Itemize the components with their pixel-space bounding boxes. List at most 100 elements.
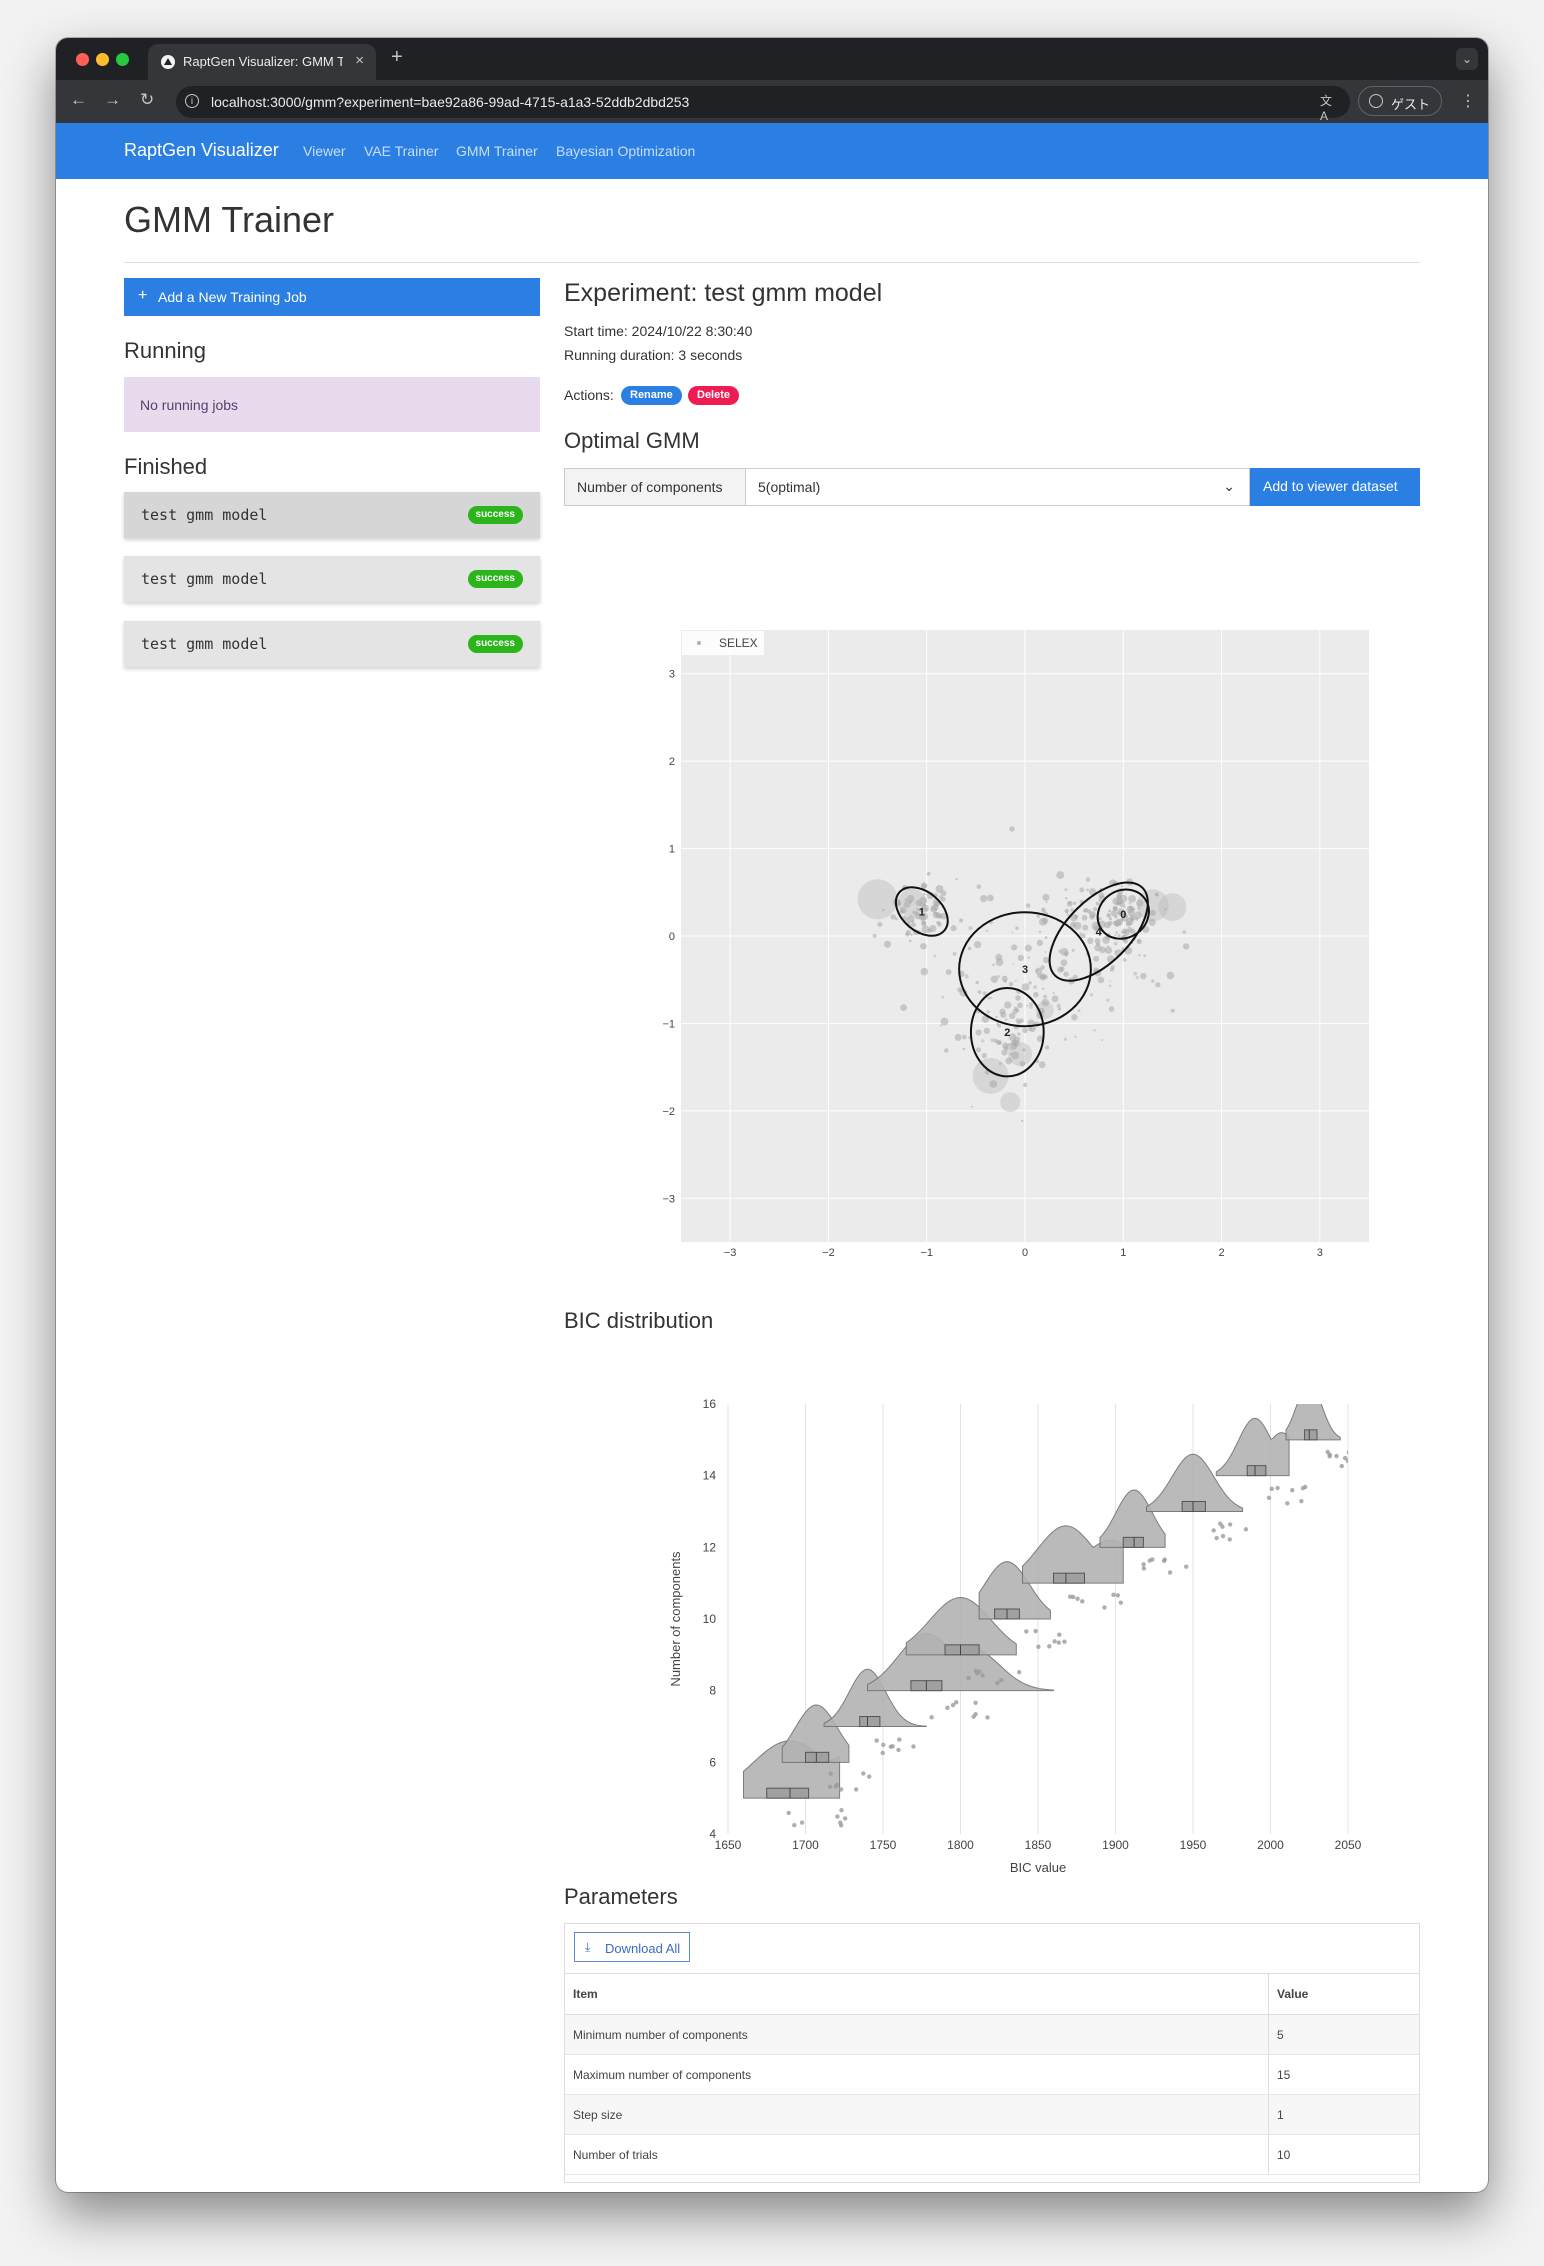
delete-button[interactable]: Delete <box>688 386 740 405</box>
components-select[interactable]: 5(optimal) ⌄ <box>745 468 1250 506</box>
back-arrow-icon[interactable]: ← <box>70 90 87 110</box>
data-point <box>1111 1592 1116 1598</box>
y-tick-label: 3 <box>669 669 675 681</box>
tab-close-icon[interactable]: × <box>355 52 364 69</box>
job-card[interactable]: test gmm model success <box>124 556 540 602</box>
y-tick-label: 14 <box>703 1469 717 1483</box>
violin-box <box>1304 1429 1318 1441</box>
data-point <box>906 894 915 903</box>
data-point <box>1140 972 1147 980</box>
tab-search-button[interactable]: ⌄ <box>1456 48 1478 70</box>
data-point <box>1036 914 1040 918</box>
download-all-button[interactable]: ⤓ Download All <box>574 1932 690 1962</box>
components-select-value: 5(optimal) <box>758 479 821 495</box>
data-point <box>897 1737 902 1742</box>
data-point <box>920 942 927 950</box>
data-point <box>929 925 937 933</box>
x-axis-title: BIC value <box>1010 1860 1066 1875</box>
page-title: GMM Trainer <box>124 199 335 240</box>
data-point <box>1155 893 1159 897</box>
data-point <box>911 922 917 928</box>
forward-arrow-icon[interactable]: → <box>104 90 121 110</box>
site-info-icon[interactable]: i <box>185 94 199 108</box>
data-point <box>1059 966 1065 972</box>
brand-link[interactable]: RaptGen Visualizer <box>124 140 279 161</box>
data-point <box>1074 1035 1077 1038</box>
param-value: 5 <box>1268 2014 1419 2055</box>
data-point <box>1137 906 1141 910</box>
table-row: Number of trials 10 <box>565 2134 1419 2175</box>
data-point <box>1040 965 1045 970</box>
reload-icon[interactable]: ↻ <box>140 90 154 110</box>
data-point <box>981 1053 987 1059</box>
add-to-viewer-label: Add to viewer dataset <box>1263 478 1398 494</box>
data-point <box>1056 1003 1061 1009</box>
rename-button[interactable]: Rename <box>621 386 682 405</box>
data-point <box>1166 971 1175 980</box>
job-card[interactable]: test gmm model success <box>124 621 540 667</box>
gmm-component-label: 1 <box>919 907 925 919</box>
gmm-scatter-plot[interactable]: −3 −2 −1 0 1 2 3 −3 −2 −1 0 1 2 3 0 1 2 3 4 SELEX <box>586 586 1436 1306</box>
y-tick-label: −1 <box>662 1018 675 1030</box>
data-point <box>1150 1557 1155 1562</box>
data-point <box>1023 1082 1028 1087</box>
address-bar[interactable]: i localhost:3000/gmm?experiment=bae92a86… <box>176 86 1350 123</box>
maximize-window-button[interactable] <box>116 53 129 66</box>
data-point <box>933 954 937 958</box>
data-point <box>996 1022 1000 1026</box>
data-point <box>1108 984 1112 988</box>
nav-link-vae-trainer[interactable]: VAE Trainer <box>364 143 438 159</box>
no-running-jobs-text: No running jobs <box>140 397 239 413</box>
add-training-job-button[interactable]: + Add a New Training Job <box>124 278 540 316</box>
data-point <box>899 910 904 914</box>
data-point <box>940 896 946 902</box>
add-to-viewer-button[interactable]: Add to viewer dataset <box>1250 468 1420 506</box>
data-point <box>1227 1522 1233 1527</box>
data-point <box>1112 906 1118 911</box>
nav-link-gmm-trainer[interactable]: GMM Trainer <box>456 143 538 159</box>
data-point <box>1035 969 1039 973</box>
data-point <box>973 1712 978 1717</box>
minimize-window-button[interactable] <box>96 53 109 66</box>
actions-label: Actions: <box>564 387 614 403</box>
download-all-label: Download All <box>605 1941 681 1956</box>
data-point <box>931 904 939 912</box>
status-badge: success <box>467 506 523 524</box>
x-tick-label: 2 <box>1219 1247 1225 1259</box>
translate-icon[interactable]: 文A <box>1320 92 1338 123</box>
data-point <box>1106 998 1110 1002</box>
profile-button[interactable]: ゲスト <box>1358 86 1442 116</box>
browser-menu-icon[interactable]: ⋮ <box>1460 91 1476 111</box>
browser-tab[interactable]: RaptGen Visualizer: GMM Trainer × <box>148 44 376 80</box>
data-point <box>1011 944 1018 951</box>
job-card[interactable]: test gmm model success <box>124 492 540 538</box>
data-point <box>1075 1596 1080 1601</box>
data-point <box>1017 954 1024 961</box>
data-point <box>1052 1639 1057 1644</box>
data-point <box>1266 1495 1272 1501</box>
status-badge: success <box>467 570 523 588</box>
nav-link-viewer[interactable]: Viewer <box>303 143 346 159</box>
data-point <box>1077 1008 1081 1013</box>
data-point <box>911 1744 916 1749</box>
data-point <box>834 1782 840 1788</box>
data-point <box>1097 976 1105 984</box>
violin-box <box>1246 1465 1267 1477</box>
close-window-button[interactable] <box>76 53 89 66</box>
new-tab-button[interactable]: + <box>391 46 403 69</box>
data-point <box>1093 955 1100 962</box>
data-point <box>827 1784 833 1789</box>
data-point <box>1062 1639 1067 1644</box>
bic-violin-plot[interactable]: 1650 1700 1750 1800 1850 1900 1950 2000 2050 4 6 8 1… <box>596 1374 1416 1914</box>
data-point <box>962 1047 966 1051</box>
data-point <box>1098 917 1102 921</box>
data-point <box>1214 1535 1219 1541</box>
data-point <box>908 939 912 943</box>
data-point <box>1108 1006 1115 1012</box>
data-point <box>1044 936 1048 939</box>
nav-link-bayesian-optimization[interactable]: Bayesian Optimization <box>556 143 695 159</box>
data-point <box>939 1024 943 1027</box>
param-item: Minimum number of components <box>565 2014 1269 2055</box>
data-point <box>1116 893 1123 899</box>
x-tick-label: 2050 <box>1335 1838 1362 1852</box>
